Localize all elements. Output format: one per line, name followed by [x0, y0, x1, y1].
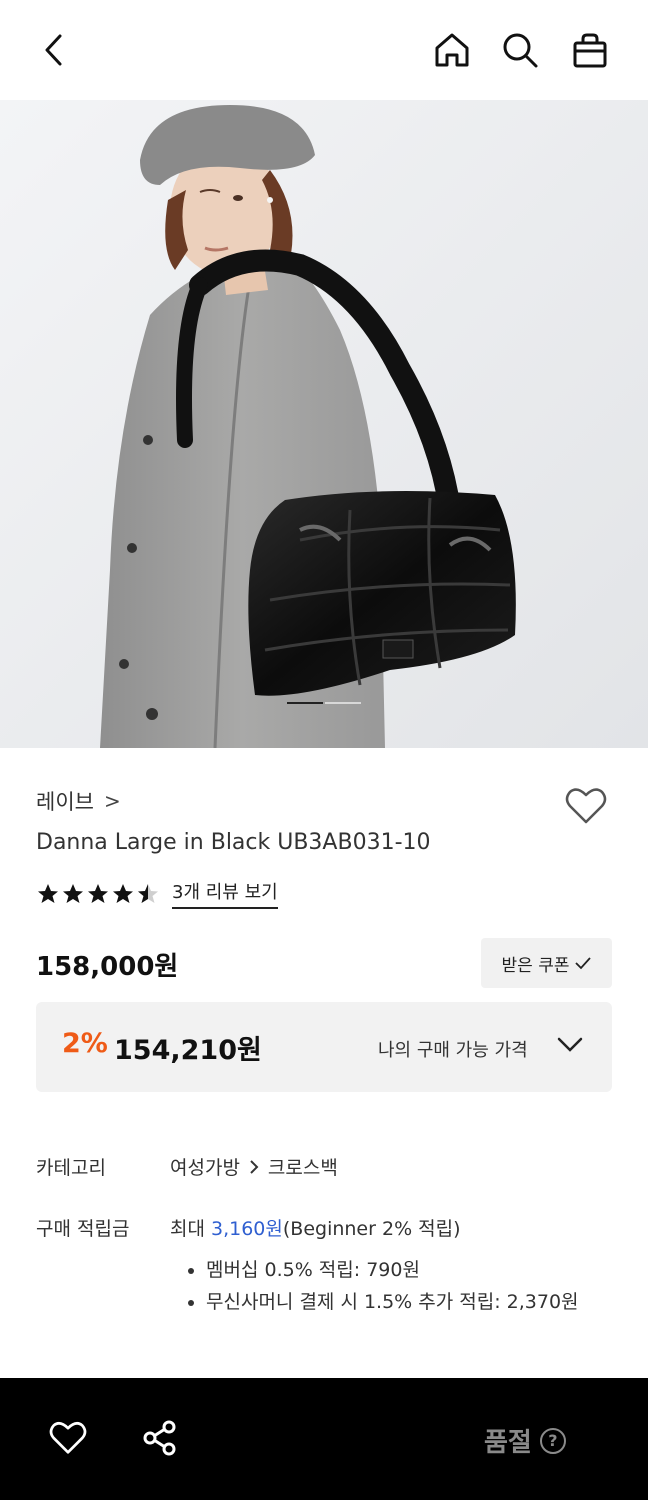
- product-photo: [0, 100, 648, 748]
- pagination-dot: [287, 702, 323, 704]
- back-button[interactable]: [34, 30, 74, 70]
- original-price: 158,000원: [36, 952, 179, 982]
- product-name: Danna Large in Black UB3AB031-10: [36, 830, 431, 855]
- points-prefix: 최대: [170, 1218, 211, 1240]
- help-icon[interactable]: ?: [539, 1427, 566, 1454]
- search-icon: [503, 33, 538, 68]
- home-button[interactable]: [432, 30, 472, 70]
- star-icon: [88, 883, 108, 903]
- points-breakdown: 멤버십 0.5% 적립: 790원 무신사머니 결제 시 1.5% 추가 적립:…: [186, 1254, 616, 1318]
- pagination-dot: [325, 702, 361, 704]
- share-button[interactable]: [140, 1418, 180, 1458]
- rating-row: 3개 리뷰 보기: [36, 878, 278, 909]
- brand-name: 레이브: [36, 790, 94, 814]
- star-icon: [113, 883, 133, 903]
- discount-percent: 2%: [62, 1028, 108, 1059]
- list-item: 멤버십 0.5% 적립: 790원: [186, 1254, 616, 1286]
- star-rating: [36, 882, 160, 906]
- cart-button[interactable]: [570, 30, 610, 70]
- review-link[interactable]: 3개 리뷰 보기: [172, 878, 278, 909]
- top-navigation-bar: [0, 0, 648, 100]
- shopping-bag-icon: [573, 33, 607, 68]
- home-icon: [435, 33, 469, 67]
- search-button[interactable]: [500, 30, 540, 70]
- category-label: 카테고리: [36, 1157, 106, 1179]
- sold-out-status: 품절 ?: [484, 1422, 566, 1459]
- image-pagination: [287, 702, 361, 706]
- share-icon: [143, 1420, 176, 1456]
- star-icon: [63, 883, 83, 903]
- heart-icon: [49, 1421, 87, 1454]
- star-icon: [38, 883, 58, 903]
- bottom-wishlist-button[interactable]: [48, 1418, 88, 1458]
- points-suffix: (Beginner 2% 적립): [282, 1218, 461, 1240]
- my-price-amount: 154,210원: [114, 1035, 262, 1066]
- heart-icon: [565, 788, 607, 824]
- category-link[interactable]: 크로스백: [268, 1153, 338, 1180]
- checkmark-icon: [575, 957, 592, 970]
- category-breadcrumb: 여성가방 크로스백: [170, 1153, 338, 1180]
- my-price-label: 나의 구매 가능 가격: [378, 1040, 528, 1061]
- chevron-left-icon: [45, 34, 62, 66]
- my-price-panel[interactable]: 2% 154,210원 나의 구매 가능 가격: [36, 1002, 612, 1092]
- sold-out-label: 품절: [484, 1428, 532, 1458]
- points-value: 3,160원: [211, 1218, 283, 1240]
- coupon-button[interactable]: 받은 쿠폰: [481, 938, 612, 988]
- chevron-right-icon: [250, 1159, 259, 1174]
- chevron-down-icon: [557, 1037, 583, 1052]
- wishlist-button[interactable]: [564, 784, 608, 828]
- chevron-right-icon: >: [103, 789, 121, 813]
- points-label: 구매 적립금: [36, 1218, 130, 1240]
- category-link[interactable]: 여성가방: [170, 1153, 240, 1180]
- half-star-icon: [138, 883, 158, 903]
- bottom-action-bar: 품절 ?: [0, 1378, 648, 1500]
- product-image[interactable]: [0, 100, 648, 748]
- coupon-label: 받은 쿠폰: [501, 955, 570, 976]
- brand-link[interactable]: 레이브 >: [36, 786, 121, 816]
- list-item: 무신사머니 결제 시 1.5% 추가 적립: 2,370원: [186, 1286, 616, 1318]
- points-info: 최대 3,160원(Beginner 2% 적립): [170, 1214, 461, 1241]
